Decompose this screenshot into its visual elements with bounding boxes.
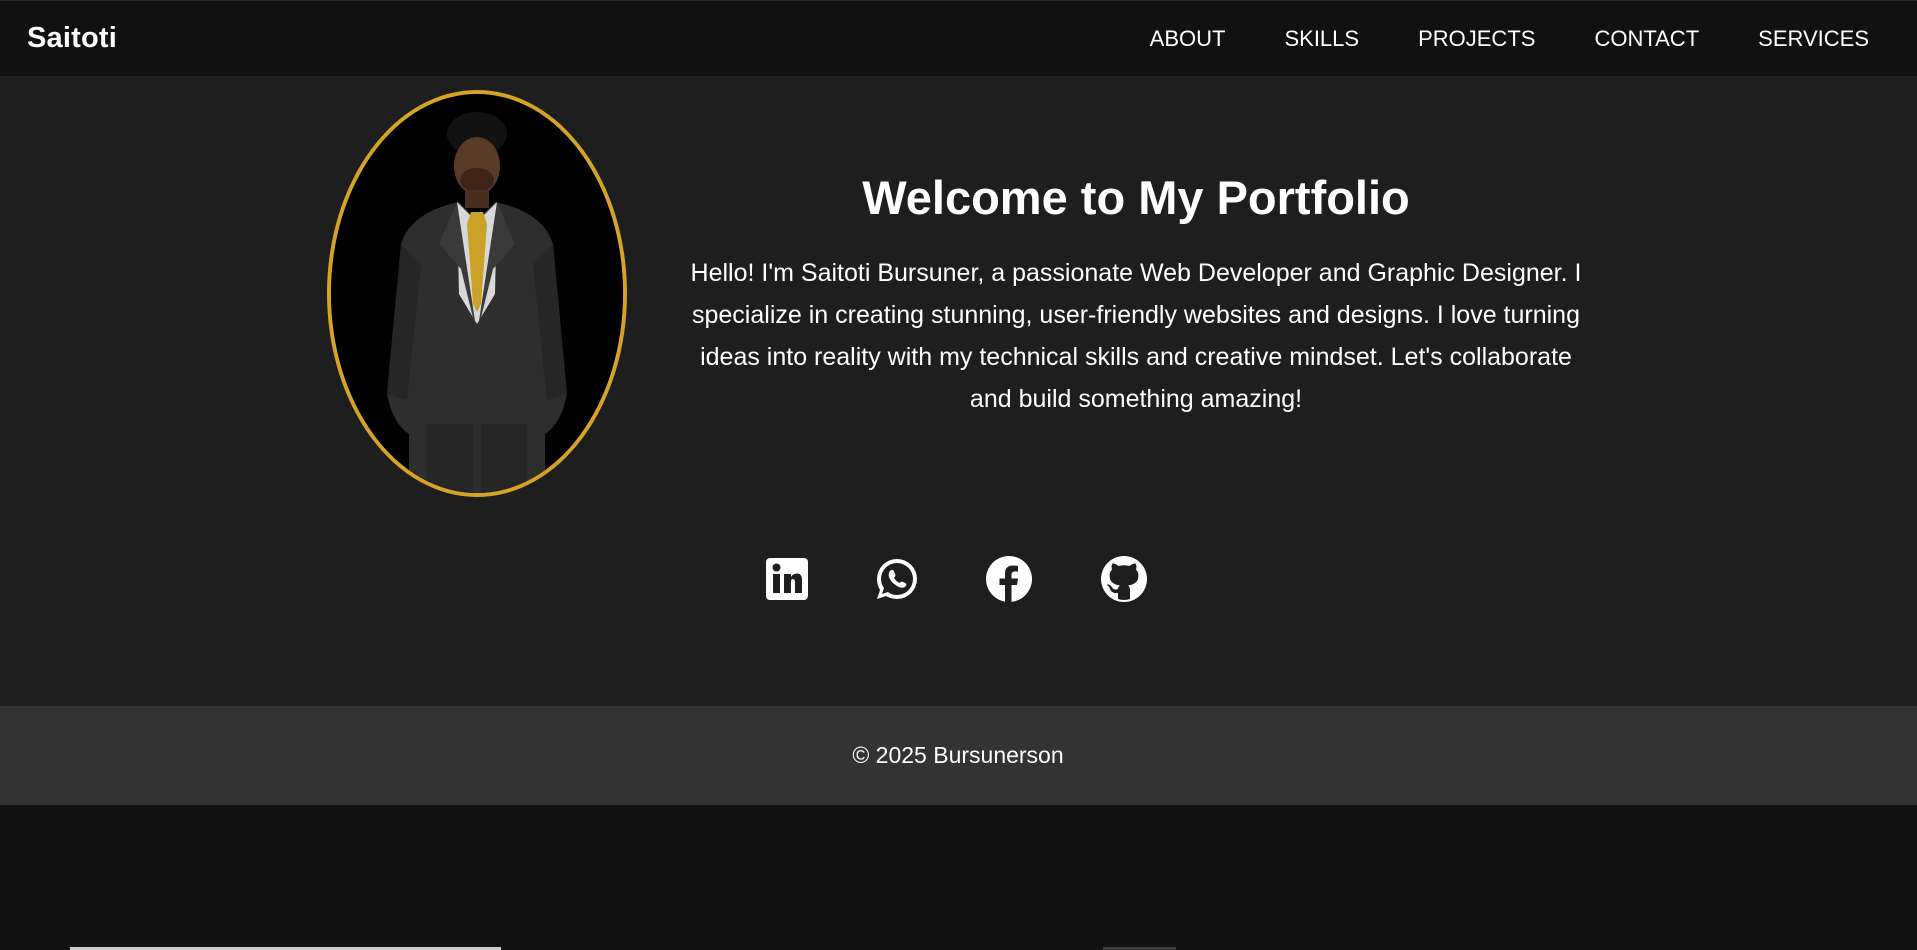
footer: © 2025 Bursunerson — [0, 706, 1917, 805]
navbar: Saitoti ABOUT SKILLS PROJECTS CONTACT SE… — [0, 0, 1917, 76]
profile-photo — [327, 90, 627, 497]
nav-link-projects[interactable]: PROJECTS — [1418, 26, 1535, 52]
hero-description: Hello! I'm Saitoti Bursuner, a passionat… — [690, 258, 1582, 413]
nav-link-about[interactable]: ABOUT — [1150, 26, 1226, 52]
hero-section: Welcome to My Portfolio Hello! I'm Saito… — [0, 76, 1917, 706]
nav-link-services[interactable]: SERVICES — [1758, 26, 1869, 52]
linkedin-icon[interactable] — [762, 554, 812, 604]
nav-links: ABOUT SKILLS PROJECTS CONTACT SERVICES — [1091, 26, 1890, 52]
social-links — [0, 554, 1917, 614]
github-icon[interactable] — [1099, 554, 1149, 604]
footer-copyright: © 2025 Bursunerson — [852, 742, 1064, 768]
hero-title: Welcome to My Portfolio — [862, 171, 1410, 224]
facebook-icon[interactable] — [984, 554, 1034, 604]
page-bottom — [0, 805, 1917, 950]
nav-link-contact[interactable]: CONTACT — [1594, 26, 1699, 52]
intro-block: Welcome to My Portfolio Hello! I'm Saito… — [690, 172, 1582, 420]
whatsapp-icon[interactable] — [872, 554, 922, 604]
nav-link-skills[interactable]: SKILLS — [1284, 26, 1359, 52]
brand-logo[interactable]: Saitoti — [27, 22, 117, 55]
